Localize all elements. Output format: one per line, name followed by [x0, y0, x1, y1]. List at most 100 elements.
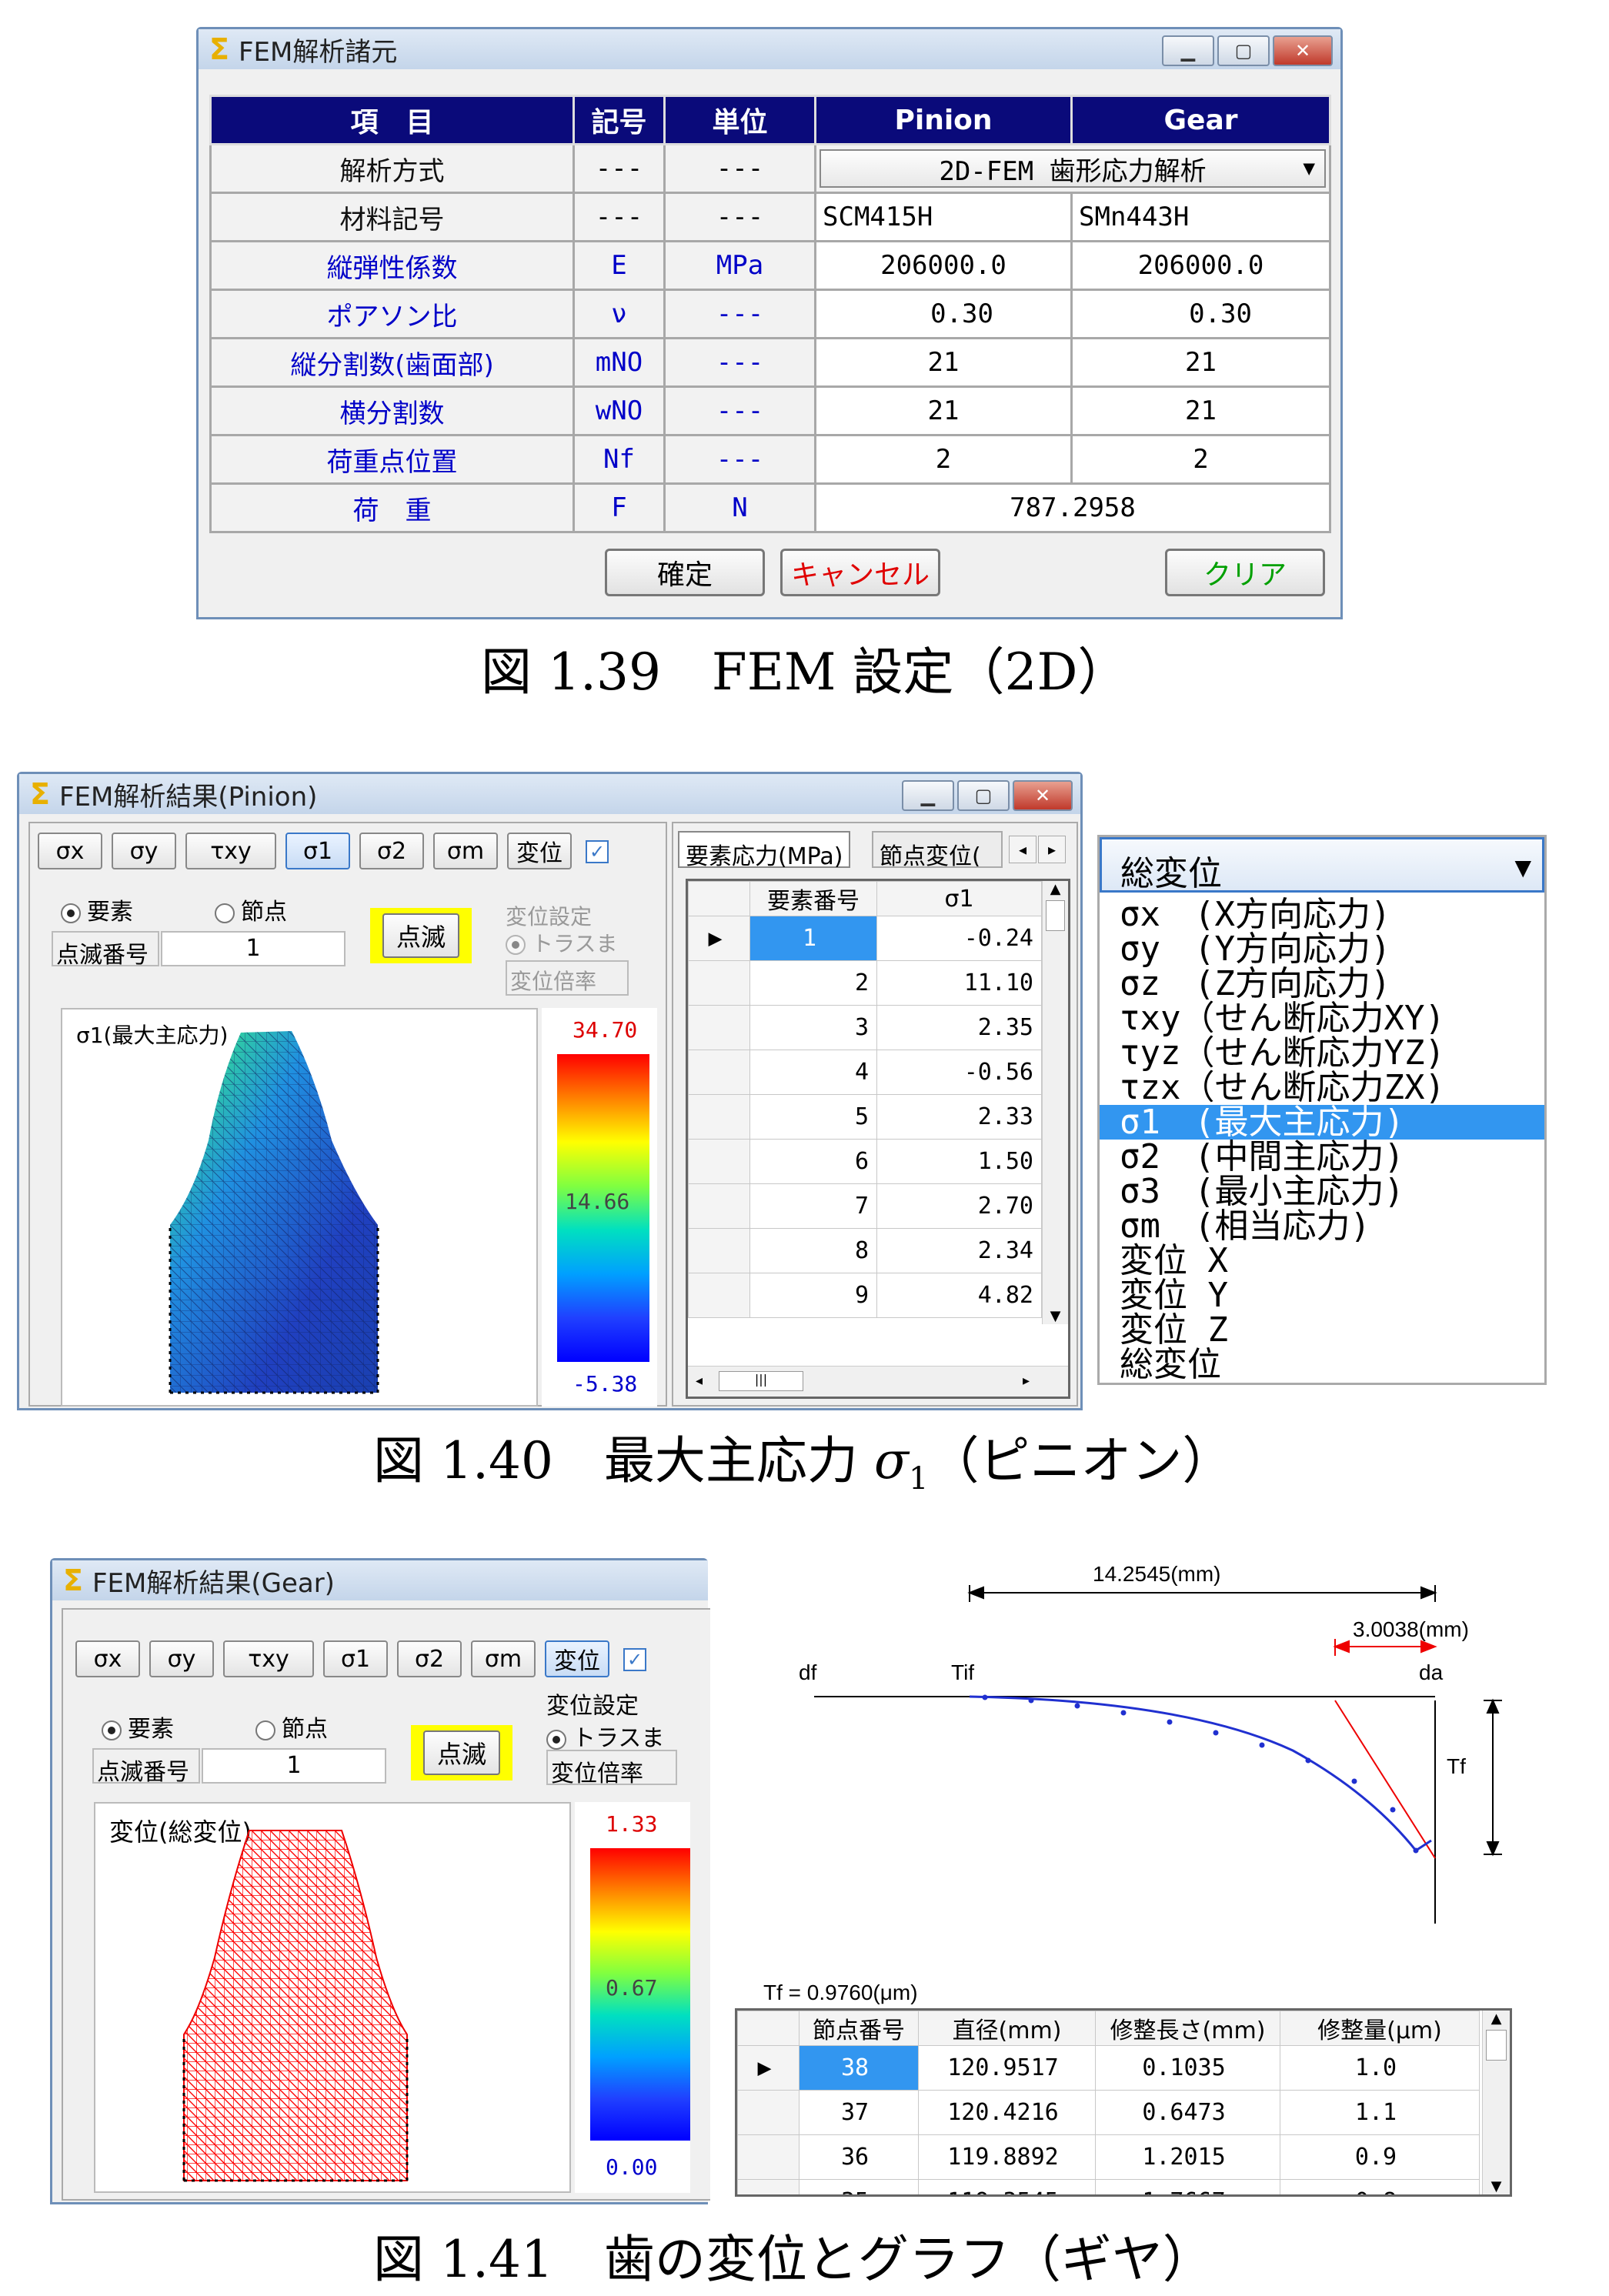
- tab-sigma-1[interactable]: σ1: [285, 833, 350, 869]
- tab-scroll-left-icon[interactable]: ◂: [1009, 836, 1037, 863]
- element-no-cell[interactable]: 5: [749, 1094, 877, 1140]
- table-row[interactable]: 35119.35451.76670.8: [737, 2179, 1480, 2194]
- table-row[interactable]: ▶ 1 -0.24: [688, 916, 1042, 961]
- sigma1-cell[interactable]: -0.24: [876, 916, 1042, 961]
- element-no-cell[interactable]: 9: [749, 1273, 877, 1318]
- element-no-cell[interactable]: 8: [749, 1228, 877, 1273]
- gear-value[interactable]: SMn443H: [1070, 192, 1331, 242]
- tab-node-displacement[interactable]: 節点変位(: [872, 831, 1003, 868]
- radio-node[interactable]: 節点: [215, 893, 287, 926]
- table-row[interactable]: 7 2.70: [688, 1183, 1042, 1229]
- table-row[interactable]: 5 2.33: [688, 1094, 1042, 1140]
- gear-value[interactable]: 2: [1070, 434, 1331, 485]
- truss-radio[interactable]: トラスま: [506, 927, 617, 958]
- sigma1-cell[interactable]: 2.35: [876, 1005, 1042, 1050]
- tab-tau-xy[interactable]: τxy: [223, 1640, 314, 1677]
- dropdown-option[interactable]: σx (X方向応力): [1100, 897, 1544, 932]
- analysis-method-dropdown[interactable]: 2D-FEM 歯形応力解析 ▼: [820, 149, 1326, 188]
- table-row[interactable]: ▶ 38 120.9517 0.1035 1.0: [737, 2045, 1480, 2091]
- dropdown-option[interactable]: τzx（せん断応力ZX): [1100, 1070, 1544, 1105]
- scroll-left-icon[interactable]: ◂: [696, 1373, 703, 1389]
- tab-sigma-1[interactable]: σ1: [323, 1640, 388, 1677]
- cell[interactable]: 119.8892: [918, 2134, 1096, 2180]
- tab-sigma-x[interactable]: σx: [38, 833, 102, 869]
- sigma1-cell[interactable]: 2.70: [876, 1183, 1042, 1229]
- sigma1-cell[interactable]: -0.56: [876, 1050, 1042, 1095]
- tab-tau-xy[interactable]: τxy: [185, 833, 276, 869]
- element-no-cell[interactable]: 2: [749, 960, 877, 1006]
- tab-sigma-m[interactable]: σm: [471, 1640, 536, 1677]
- tab-sigma-m[interactable]: σm: [433, 833, 498, 869]
- cell[interactable]: 119.3545: [918, 2179, 1096, 2194]
- tab-sigma-y[interactable]: σy: [149, 1640, 214, 1677]
- dropdown-option[interactable]: σy (Y方向応力): [1100, 932, 1544, 966]
- element-no-cell[interactable]: 1: [749, 916, 877, 961]
- table-row[interactable]: 36 119.8892 1.2015 0.9: [737, 2134, 1480, 2180]
- dropdown-option[interactable]: σz (Z方向応力): [1100, 966, 1544, 1001]
- radio-element[interactable]: 要素: [61, 893, 133, 926]
- close-button[interactable]: ✕: [1013, 780, 1073, 811]
- cell[interactable]: 120.9517: [918, 2045, 1096, 2091]
- scroll-up-icon[interactable]: ▲: [1483, 2011, 1510, 2027]
- minimize-button[interactable]: ▁: [1162, 35, 1214, 66]
- dropdown-option[interactable]: σ2 (中間主応力): [1100, 1140, 1544, 1174]
- cell[interactable]: 38: [799, 2045, 919, 2091]
- table-row[interactable]: 4 -0.56: [688, 1050, 1042, 1095]
- dropdown-option[interactable]: 変位 Y: [1100, 1278, 1544, 1313]
- dropdown-option[interactable]: 変位 X: [1100, 1243, 1544, 1278]
- table-row[interactable]: 3 2.35: [688, 1005, 1042, 1050]
- scroll-thumb[interactable]: [1486, 2030, 1507, 2061]
- tab-displacement[interactable]: 変位: [545, 1640, 609, 1677]
- sigma1-cell[interactable]: 2.33: [876, 1094, 1042, 1140]
- blink-button[interactable]: 点滅: [422, 1730, 500, 1775]
- cell[interactable]: 1.0: [1280, 2045, 1480, 2091]
- maximize-button[interactable]: ▢: [957, 780, 1010, 811]
- truss-radio[interactable]: トラスま: [546, 1719, 664, 1753]
- element-no-cell[interactable]: 3: [749, 1005, 877, 1050]
- dropdown-option[interactable]: τxy（せん断応力XY): [1100, 1001, 1544, 1036]
- load-value[interactable]: 787.2958: [814, 482, 1331, 533]
- display-checkbox[interactable]: ✓: [623, 1648, 646, 1671]
- scroll-right-icon[interactable]: ▸: [1023, 1373, 1030, 1389]
- maximize-button[interactable]: ▢: [1217, 35, 1270, 66]
- gear-value[interactable]: 0.30: [1070, 289, 1331, 339]
- tab-sigma-2[interactable]: σ2: [397, 1640, 462, 1677]
- horizontal-scrollbar[interactable]: ◂ ||| ▸: [688, 1366, 1068, 1397]
- cell[interactable]: 0.9: [1280, 2134, 1480, 2180]
- element-no-cell[interactable]: 6: [749, 1139, 877, 1184]
- gear-value[interactable]: 21: [1070, 337, 1331, 388]
- minimize-button[interactable]: ▁: [902, 780, 954, 811]
- cell[interactable]: 120.4216: [918, 2090, 1096, 2135]
- confirm-button[interactable]: 確定: [605, 549, 765, 596]
- vertical-scrollbar[interactable]: ▲ ▼: [1042, 881, 1068, 1324]
- sigma1-cell[interactable]: 1.50: [876, 1139, 1042, 1184]
- result-type-select[interactable]: 総変位 ▼: [1100, 837, 1544, 893]
- blink-number-input[interactable]: 1: [202, 1748, 386, 1784]
- tab-sigma-y[interactable]: σy: [112, 833, 176, 869]
- sigma1-cell[interactable]: 2.34: [876, 1228, 1042, 1273]
- cell[interactable]: 1.2015: [1095, 2134, 1280, 2180]
- scroll-down-icon[interactable]: ▼: [1483, 2178, 1510, 2194]
- pinion-value[interactable]: 0.30: [814, 289, 1073, 339]
- cancel-button[interactable]: キャンセル: [780, 549, 940, 596]
- dropdown-option[interactable]: σ1 (最大主応力): [1100, 1105, 1544, 1140]
- table-row[interactable]: 9 4.82: [688, 1273, 1042, 1318]
- dropdown-option[interactable]: σ3 (最小主応力): [1100, 1174, 1544, 1209]
- display-checkbox[interactable]: ✓: [586, 840, 609, 863]
- pinion-value[interactable]: 206000.0: [814, 240, 1073, 291]
- cell[interactable]: 35: [799, 2179, 919, 2194]
- blink-button[interactable]: 点滅: [382, 913, 459, 958]
- gear-value[interactable]: 206000.0: [1070, 240, 1331, 291]
- vertical-scrollbar[interactable]: ▲ ▼: [1482, 2011, 1510, 2194]
- radio-node[interactable]: 節点: [255, 1710, 328, 1744]
- sigma1-cell[interactable]: 4.82: [876, 1273, 1042, 1318]
- element-no-cell[interactable]: 7: [749, 1183, 877, 1229]
- table-row[interactable]: 8 2.34: [688, 1228, 1042, 1273]
- cell[interactable]: 1.1: [1280, 2090, 1480, 2135]
- table-row[interactable]: 6 1.50: [688, 1139, 1042, 1184]
- element-no-cell[interactable]: 4: [749, 1050, 877, 1095]
- tab-sigma-x[interactable]: σx: [75, 1640, 140, 1677]
- cell[interactable]: 0.8: [1280, 2179, 1480, 2194]
- tab-element-stress[interactable]: 要素応力(MPa): [678, 831, 851, 870]
- pinion-value[interactable]: 21: [814, 385, 1073, 436]
